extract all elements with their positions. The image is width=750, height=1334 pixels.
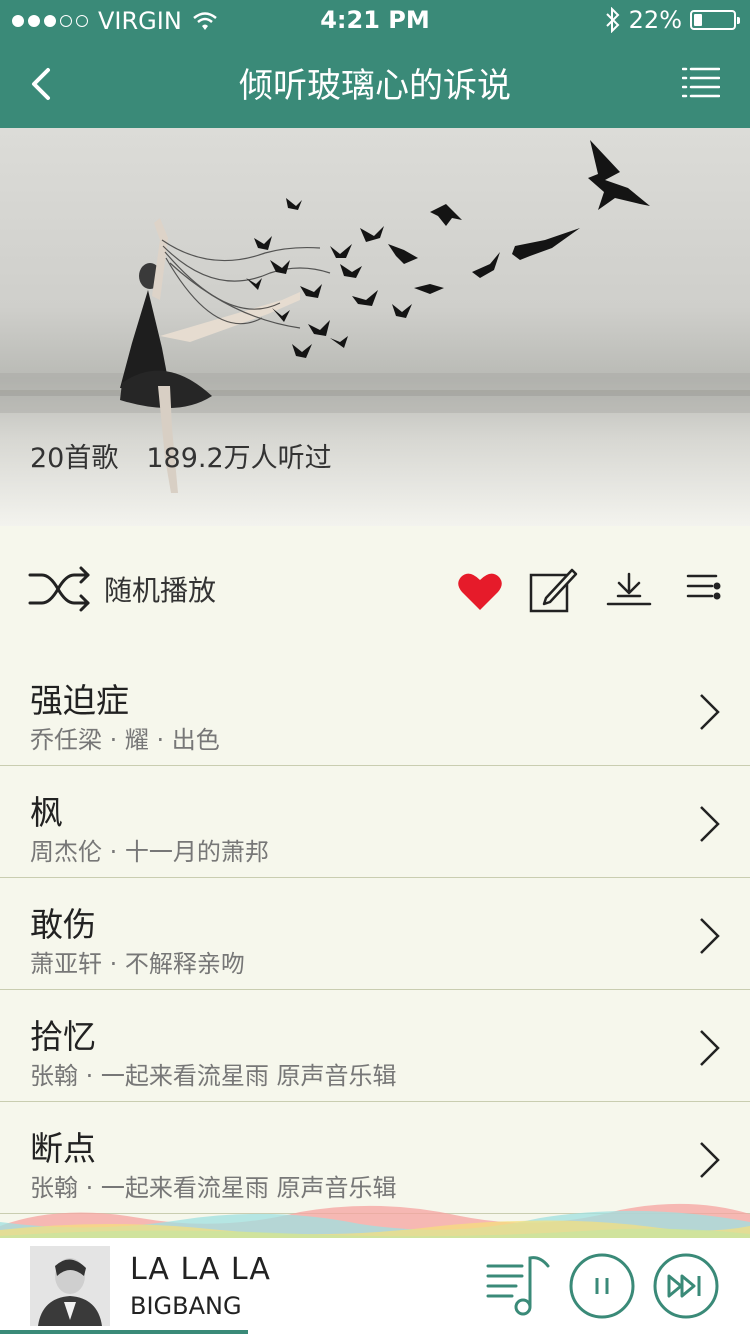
album-art: [30, 1246, 110, 1326]
song-title: 断点: [30, 1129, 96, 1168]
now-playing-title: LA LA LA: [130, 1252, 271, 1287]
page-title: 倾听玻璃心的诉说: [239, 66, 511, 106]
song-count: 20首歌: [30, 443, 119, 474]
song-row[interactable]: 枫 周杰伦 · 十一月的萧邦: [0, 766, 750, 878]
song-list: 强迫症 乔任梁 · 耀 · 出色 枫 周杰伦 · 十一月的萧邦 敢伤 萧亚轩 ·…: [0, 654, 750, 1214]
battery-percent: 22%: [628, 6, 682, 34]
edit-icon[interactable]: [528, 564, 580, 616]
song-subtitle: 萧亚轩 · 不解释亲吻: [30, 950, 245, 978]
shuffle-play-button[interactable]: 随机播放: [28, 563, 216, 615]
playlist-cover: 20首歌 189.2万人听过: [0, 128, 750, 526]
playlist-options-icon[interactable]: [686, 572, 722, 606]
chevron-right-icon: [700, 918, 720, 954]
chevron-right-icon: [700, 806, 720, 842]
playlist-queue-icon[interactable]: [486, 1252, 552, 1318]
listen-count: 189.2万人听过: [146, 443, 332, 474]
song-title: 强迫症: [30, 681, 129, 720]
chevron-right-icon: [700, 694, 720, 730]
now-playing-bar[interactable]: LA LA LA BIGBANG: [0, 1238, 750, 1334]
shuffle-icon: [28, 566, 90, 612]
action-bar: 随机播放: [0, 526, 750, 654]
battery-icon: [690, 10, 740, 30]
status-bar: VIRGIN 4:21 PM 22%: [0, 0, 750, 40]
chevron-right-icon: [700, 1030, 720, 1066]
shuffle-label: 随机播放: [104, 574, 217, 607]
bluetooth-icon: [605, 7, 620, 33]
chevron-right-icon: [700, 1142, 720, 1178]
download-icon[interactable]: [606, 572, 652, 606]
song-subtitle: 张翰 · 一起来看流星雨 原声音乐辑: [30, 1062, 397, 1090]
favorite-heart-icon[interactable]: [457, 570, 503, 612]
song-title: 枫: [30, 793, 63, 832]
song-subtitle: 乔任梁 · 耀 · 出色: [30, 726, 220, 754]
song-title: 敢伤: [30, 905, 96, 944]
nav-bar: 倾听玻璃心的诉说: [0, 40, 750, 128]
song-row[interactable]: 拾忆 张翰 · 一起来看流星雨 原声音乐辑: [0, 990, 750, 1102]
song-row[interactable]: 强迫症 乔任梁 · 耀 · 出色: [0, 654, 750, 766]
song-subtitle: 周杰伦 · 十一月的萧邦: [30, 838, 269, 866]
song-title: 拾忆: [30, 1017, 96, 1056]
song-row[interactable]: 敢伤 萧亚轩 · 不解释亲吻: [0, 878, 750, 990]
pause-button[interactable]: [568, 1252, 636, 1320]
now-playing-artist: BIGBANG: [130, 1292, 242, 1320]
decorative-wave: [0, 1203, 750, 1240]
next-track-button[interactable]: [652, 1252, 720, 1320]
menu-icon[interactable]: [682, 66, 720, 100]
playback-progress-bar[interactable]: [0, 1330, 248, 1334]
